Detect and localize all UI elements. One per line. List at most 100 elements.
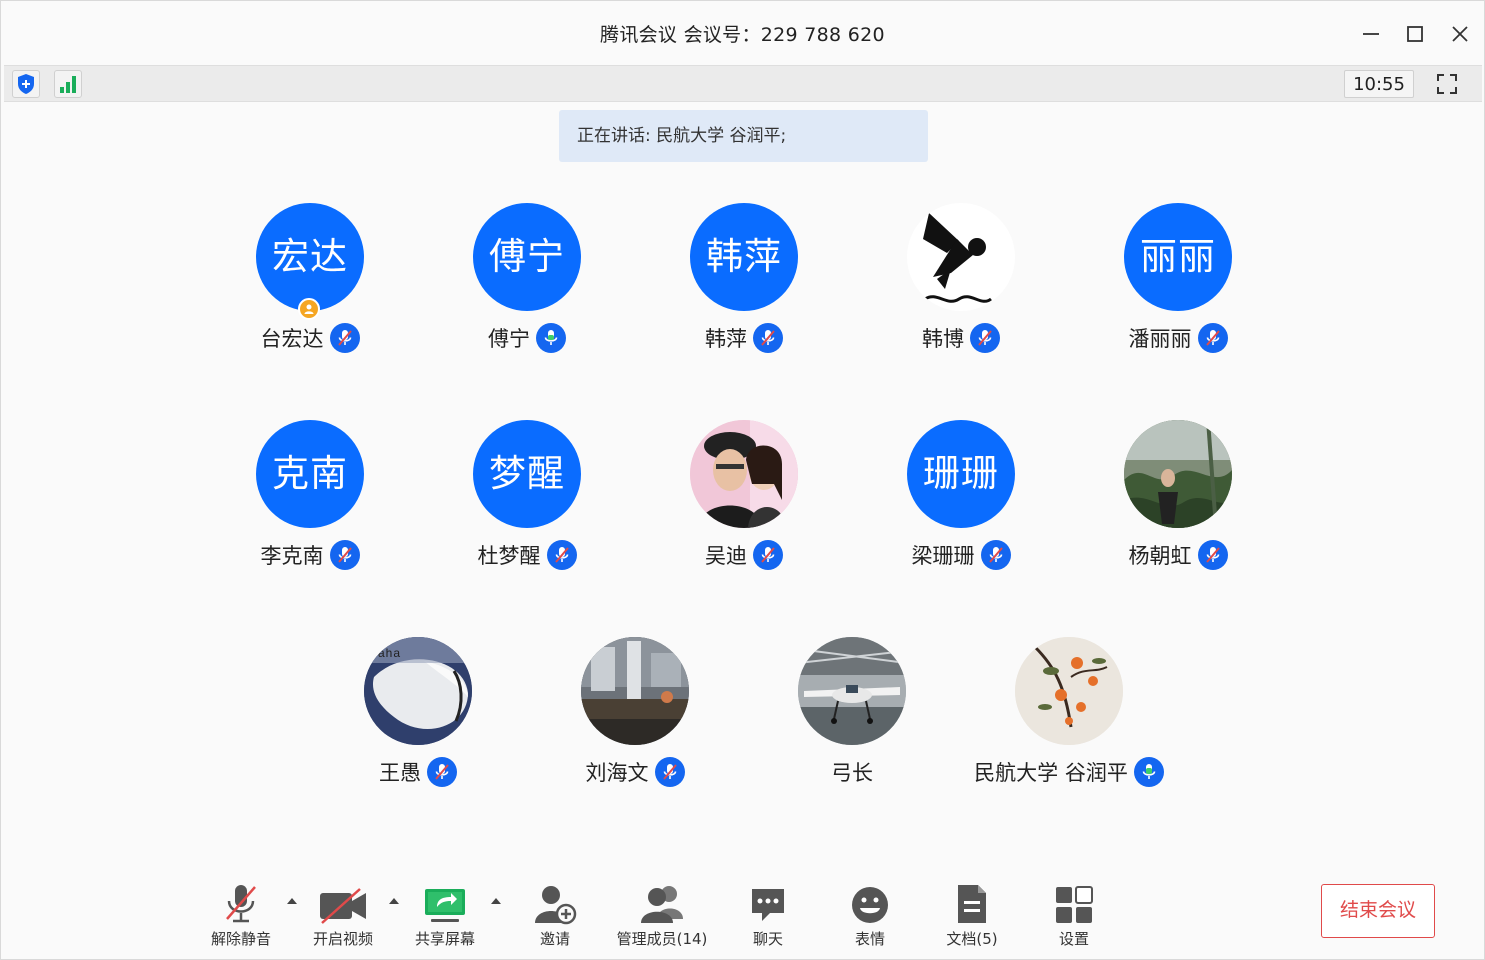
fullscreen-button[interactable] [1432, 70, 1462, 98]
avatar: 梦醒 [473, 420, 581, 528]
meeting-window: 腾讯会议 会议号：229 788 620 10:55 正在讲话: 民航大学 谷润… [0, 0, 1485, 960]
participant-name: 吴迪 [705, 544, 747, 568]
participant-name: 傅宁 [488, 327, 530, 351]
avatar: 克南 [256, 420, 364, 528]
participant-tile[interactable]: 丽丽 潘丽丽 [1068, 203, 1288, 373]
invite-button[interactable]: 邀请 [527, 875, 583, 951]
aircraft-nose-avatar-image: aha [364, 637, 472, 745]
camera-off-icon [320, 888, 366, 924]
share-screen-icon [425, 889, 465, 922]
garden-photo-avatar-image [1124, 420, 1232, 528]
add-user-icon [535, 886, 577, 925]
participant-name: 杨朝虹 [1128, 544, 1192, 568]
participant-name: 弓长 [831, 761, 873, 785]
meeting-clock: 10:55 [1344, 70, 1414, 98]
avatar: 傅宁 [473, 203, 581, 311]
couple-photo-avatar-image [690, 420, 798, 528]
participant-name: 民航大学 谷润平 [974, 761, 1128, 785]
documents-button[interactable]: 文档(5) [941, 875, 1003, 951]
persimmon-painting-avatar-image [1015, 637, 1123, 745]
emoji-button[interactable]: 表情 [845, 875, 895, 951]
participant-tile[interactable]: 韩博 [851, 203, 1071, 373]
mic-active-icon [536, 323, 566, 353]
close-icon [1452, 26, 1468, 42]
participant-tile[interactable]: 克南 李克南 [200, 420, 420, 590]
share-options-caret[interactable] [489, 894, 503, 908]
start-video-button[interactable]: 开启视频 [307, 875, 379, 951]
participant-name: 刘海文 [585, 761, 649, 785]
caret-up-icon [287, 898, 297, 904]
meeting-info-bar: 10:55 [4, 65, 1482, 102]
fullscreen-icon [1437, 74, 1457, 94]
interior-photo-avatar-image [581, 637, 689, 745]
apps-grid-icon [1056, 886, 1093, 923]
settings-button[interactable]: 设置 [1049, 875, 1099, 951]
start-video-label: 开启视频 [312, 930, 373, 948]
host-badge-icon [298, 298, 320, 320]
maximize-icon [1407, 26, 1423, 42]
participant-name: 李克南 [260, 544, 324, 568]
security-shield-button[interactable] [12, 70, 40, 98]
participant-name: 台宏达 [260, 327, 324, 351]
caret-up-icon [491, 898, 501, 904]
mic-muted-icon [970, 323, 1000, 353]
participant-tile[interactable]: 吴迪 [634, 420, 854, 590]
window-title: 腾讯会议 会议号：229 788 620 [600, 24, 885, 46]
documents-label: 文档(5) [946, 930, 998, 948]
share-screen-button[interactable]: 共享屏幕 [409, 875, 481, 951]
participant-name: 潘丽丽 [1128, 327, 1192, 351]
mic-muted-icon [546, 540, 577, 570]
mic-muted-icon [753, 540, 783, 570]
members-icon [641, 886, 683, 923]
video-options-caret[interactable] [387, 894, 401, 908]
caret-up-icon [389, 898, 399, 904]
participant-name: 韩萍 [705, 327, 747, 351]
audio-options-caret[interactable] [285, 894, 299, 908]
active-speaker-banner: 正在讲话: 民航大学 谷润平; [559, 110, 928, 162]
participant-name: 杜梦醒 [477, 544, 541, 568]
mic-muted-icon [980, 540, 1011, 570]
participant-tile[interactable]: 刘海文 [525, 637, 745, 807]
chat-button[interactable]: 聊天 [743, 875, 793, 951]
minimize-icon [1363, 33, 1379, 35]
network-signal-button[interactable] [54, 70, 82, 98]
participant-tile[interactable]: 杨朝虹 [1068, 420, 1288, 590]
mic-muted-icon [329, 540, 360, 570]
emoji-label: 表情 [854, 930, 885, 948]
avatar: 珊珊 [907, 420, 1015, 528]
participant-name: 王愚 [379, 761, 421, 785]
title-bar: 腾讯会议 会议号：229 788 620 [1, 1, 1484, 65]
participant-tile[interactable]: 民航大学 谷润平 [959, 637, 1179, 807]
participant-tile[interactable]: 韩萍 韩萍 [634, 203, 854, 373]
mic-speaking-icon [1133, 757, 1164, 787]
participant-tile[interactable]: aha 王愚 [308, 637, 528, 807]
participant-tile[interactable]: 傅宁 傅宁 [417, 203, 637, 373]
maximize-button[interactable] [1402, 21, 1428, 47]
settings-label: 设置 [1058, 930, 1089, 948]
participant-name: 韩博 [922, 327, 964, 351]
participant-tile[interactable]: 宏达 台宏达 [200, 203, 420, 373]
unmute-button[interactable]: 解除静音 [205, 875, 277, 951]
close-button[interactable] [1447, 21, 1473, 47]
avatar: 宏达 [256, 203, 364, 311]
participant-tile[interactable]: 珊珊 梁珊珊 [851, 420, 1071, 590]
document-icon [958, 885, 986, 923]
mic-muted-icon [1197, 323, 1228, 353]
participant-tile[interactable]: 梦醒 杜梦醒 [417, 420, 637, 590]
shield-icon [18, 74, 34, 94]
participant-tile[interactable]: 弓长 [742, 637, 962, 807]
end-meeting-button[interactable]: 结束会议 [1321, 884, 1435, 938]
avatar: 丽丽 [1124, 203, 1232, 311]
hangar-plane-avatar-image [798, 637, 906, 745]
svg-text:aha: aha [378, 646, 401, 660]
signal-bars-icon [60, 76, 76, 93]
unmute-label: 解除静音 [210, 930, 271, 948]
manage-members-label: 管理成员(14) [616, 930, 708, 948]
manage-members-button[interactable]: 管理成员(14) [613, 875, 711, 951]
invite-label: 邀请 [539, 930, 570, 948]
minimize-button[interactable] [1358, 21, 1384, 47]
mic-muted-icon [654, 757, 685, 787]
swimmer-avatar-image [907, 203, 1015, 311]
mic-muted-icon [753, 323, 783, 353]
avatar: 韩萍 [690, 203, 798, 311]
